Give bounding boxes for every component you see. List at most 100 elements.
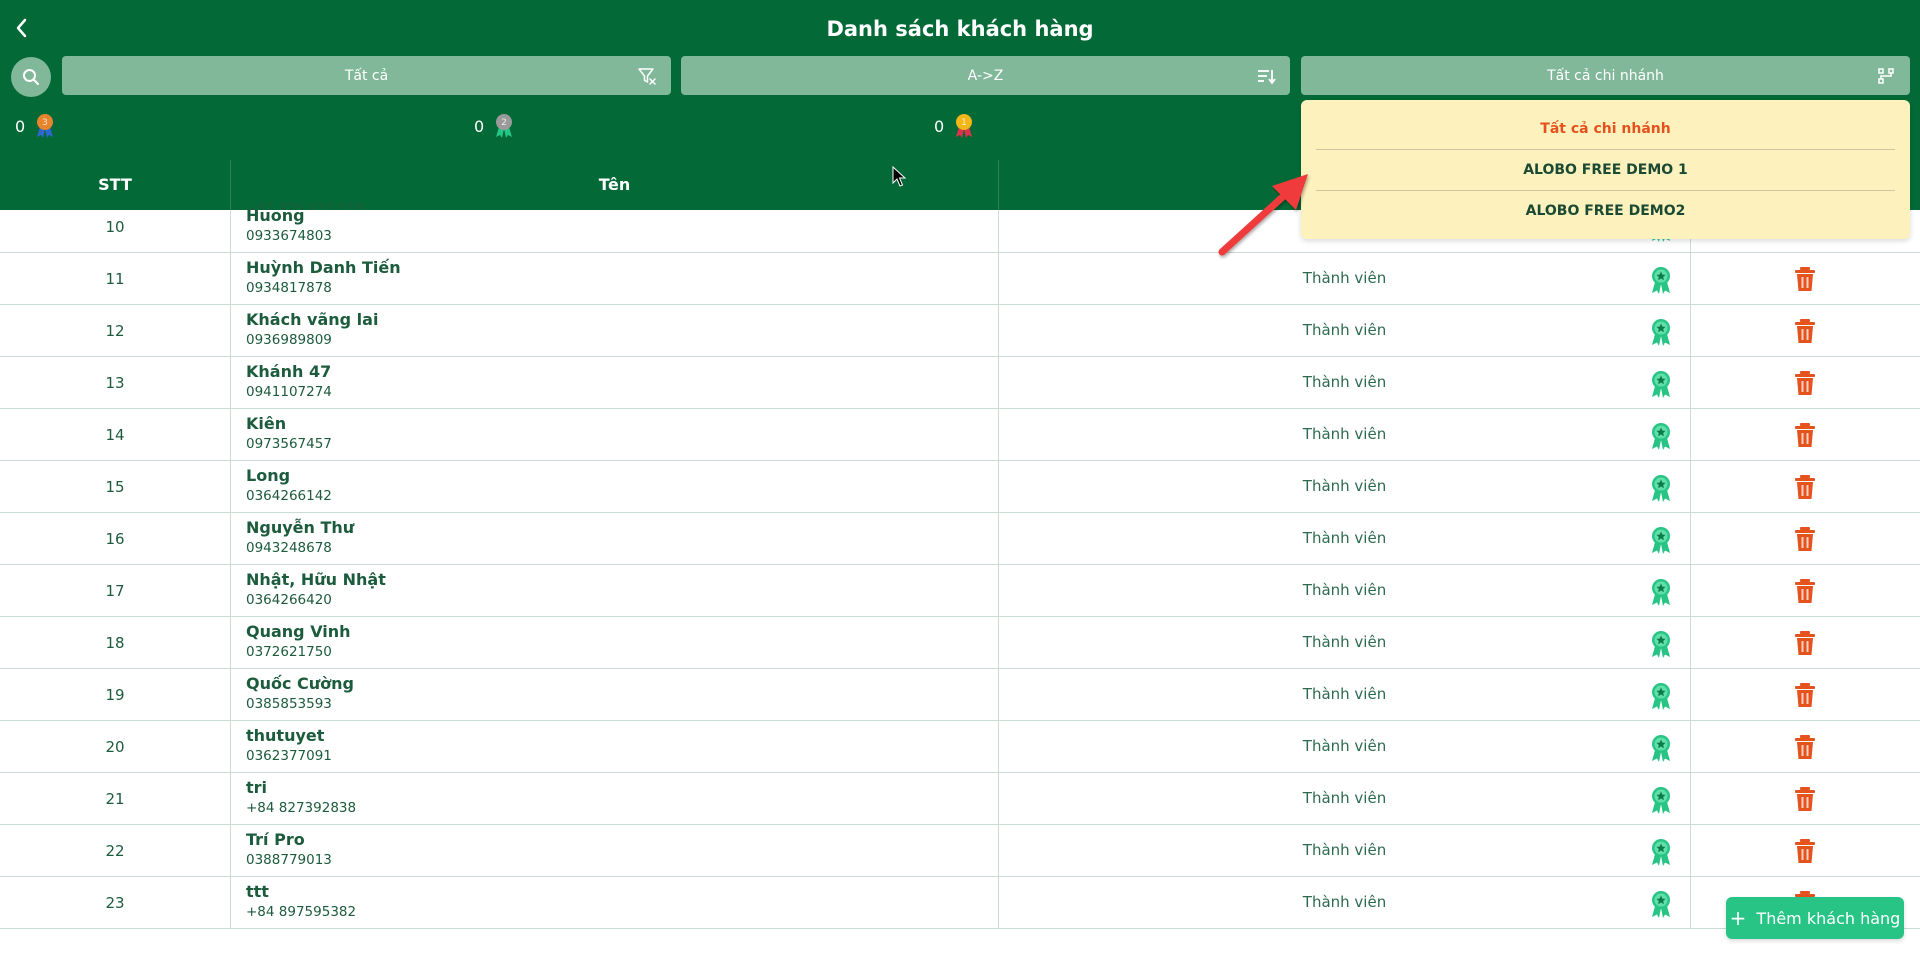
trash-icon[interactable] bbox=[1793, 318, 1817, 344]
table-row[interactable]: 19 Quốc Cường 0385853593 Thành viên bbox=[0, 669, 1920, 721]
branch-option-demo-2[interactable]: ALOBO FREE DEMO2 bbox=[1316, 191, 1895, 232]
table-row[interactable]: 23 ttt +84 897595382 Thành viên bbox=[0, 877, 1920, 929]
trash-icon[interactable] bbox=[1793, 578, 1817, 604]
branch-filter-button[interactable]: Tất cả chi nhánh bbox=[1301, 56, 1910, 95]
row-stt: 18 bbox=[0, 617, 231, 669]
member-medal-icon[interactable] bbox=[1649, 890, 1673, 918]
rank-gold-number: 1 bbox=[961, 118, 967, 128]
customer-name: Huỳnh Danh Tiến bbox=[246, 258, 401, 277]
table-row[interactable]: 15 Long 0364266142 Thành viên bbox=[0, 461, 1920, 513]
rank-silver-count: 0 bbox=[474, 116, 485, 136]
divider bbox=[1690, 461, 1691, 513]
customer-type: Thành viên bbox=[1302, 737, 1387, 755]
row-stt: 22 bbox=[0, 825, 231, 877]
group-filter-label: Tất cả bbox=[344, 67, 389, 84]
customer-type: Thành viên bbox=[1302, 685, 1387, 703]
table-row[interactable]: 17 Nhật, Hữu Nhật 0364266420 Thành viên bbox=[0, 565, 1920, 617]
branch-option-all[interactable]: Tất cả chi nhánh bbox=[1316, 109, 1895, 150]
add-customer-label: Thêm khách hàng bbox=[1756, 908, 1901, 928]
sort-icon bbox=[1256, 66, 1276, 86]
row-name-cell: Long 0364266142 bbox=[231, 461, 999, 513]
row-name-cell: Khách vãng lai 0936989809 bbox=[231, 305, 999, 357]
row-stt: 16 bbox=[0, 513, 231, 565]
customer-name: Huong bbox=[246, 210, 305, 225]
customer-name: Khánh 47 bbox=[246, 362, 332, 381]
member-medal-icon[interactable] bbox=[1649, 474, 1673, 502]
trash-icon[interactable] bbox=[1793, 838, 1817, 864]
table-row[interactable]: 22 Trí Pro 0388779013 Thành viên bbox=[0, 825, 1920, 877]
member-medal-icon[interactable] bbox=[1649, 630, 1673, 658]
member-medal-icon[interactable] bbox=[1649, 838, 1673, 866]
table-row[interactable]: 12 Khách vãng lai 0936989809 Thành viên bbox=[0, 305, 1920, 357]
branch-option-demo-1[interactable]: ALOBO FREE DEMO 1 bbox=[1316, 150, 1895, 191]
add-customer-button[interactable]: + Thêm khách hàng bbox=[1726, 897, 1904, 939]
divider bbox=[1690, 409, 1691, 461]
table-row[interactable]: 14 Kiên 0973567457 Thành viên bbox=[0, 409, 1920, 461]
rank-bronze: 0 3 bbox=[15, 113, 55, 139]
row-stt: 11 bbox=[0, 253, 231, 305]
table-row[interactable]: 11 Huỳnh Danh Tiến 0934817878 Thành viên bbox=[0, 253, 1920, 305]
table-row[interactable]: 16 Nguyễn Thư 0943248678 Thành viên bbox=[0, 513, 1920, 565]
row-stt: 14 bbox=[0, 409, 231, 461]
sort-button[interactable]: A->Z bbox=[681, 56, 1290, 95]
trash-icon[interactable] bbox=[1793, 474, 1817, 500]
member-medal-icon[interactable] bbox=[1649, 578, 1673, 606]
column-header-stt[interactable]: STT bbox=[0, 160, 231, 210]
divider bbox=[1690, 721, 1691, 773]
rank-silver: 0 2 bbox=[474, 113, 514, 139]
trash-icon[interactable] bbox=[1793, 682, 1817, 708]
row-name-cell: Nguyễn Thư 0943248678 bbox=[231, 513, 999, 565]
member-medal-icon[interactable] bbox=[1649, 318, 1673, 346]
sort-label: A->Z bbox=[967, 67, 1004, 84]
divider bbox=[1690, 253, 1691, 305]
trash-icon[interactable] bbox=[1793, 630, 1817, 656]
rank-gold-count: 0 bbox=[934, 116, 945, 136]
rank-silver-number: 2 bbox=[501, 118, 507, 128]
member-medal-icon[interactable] bbox=[1649, 370, 1673, 398]
customer-phone: 0936989809 bbox=[246, 332, 332, 348]
customer-type: Thành viên bbox=[1302, 477, 1387, 495]
bronze-medal-icon: 3 bbox=[37, 114, 54, 138]
group-filter-button[interactable]: Tất cả bbox=[62, 56, 671, 95]
page-title: Danh sách khách hàng bbox=[826, 17, 1094, 41]
row-name-cell: thutuyet 0362377091 bbox=[231, 721, 999, 773]
customer-phone: 0364266142 bbox=[246, 488, 332, 504]
rank-bronze-count: 0 bbox=[15, 116, 26, 136]
customer-phone: 0934817878 bbox=[246, 280, 332, 296]
trash-icon[interactable] bbox=[1793, 370, 1817, 396]
customer-phone: 0364266420 bbox=[246, 592, 332, 608]
table-row[interactable]: 13 Khánh 47 0941107274 Thành viên bbox=[0, 357, 1920, 409]
member-medal-icon[interactable] bbox=[1649, 682, 1673, 710]
customer-table: 10Huong0933674803Thành viên11Huỳnh Danh … bbox=[0, 210, 1920, 953]
row-name-cell: Huỳnh Danh Tiến 0934817878 bbox=[231, 253, 999, 305]
row-name-cell: Nhật, Hữu Nhật 0364266420 bbox=[231, 565, 999, 617]
silver-medal-icon: 2 bbox=[496, 114, 513, 138]
customer-phone: 0933674803 bbox=[246, 228, 332, 244]
member-medal-icon[interactable] bbox=[1649, 526, 1673, 554]
rank-bronze-number: 3 bbox=[42, 118, 48, 128]
trash-icon[interactable] bbox=[1793, 786, 1817, 812]
trash-icon[interactable] bbox=[1793, 422, 1817, 448]
member-medal-icon[interactable] bbox=[1649, 786, 1673, 814]
customer-phone: 0973567457 bbox=[246, 436, 332, 452]
member-medal-icon[interactable] bbox=[1649, 734, 1673, 762]
search-button[interactable] bbox=[11, 57, 51, 97]
table-row[interactable]: 20 thutuyet 0362377091 Thành viên bbox=[0, 721, 1920, 773]
customer-type: Thành viên bbox=[1302, 321, 1387, 339]
row-name-cell: Quốc Cường 0385853593 bbox=[231, 669, 999, 721]
back-button[interactable] bbox=[10, 14, 32, 42]
customer-phone: 0388779013 bbox=[246, 852, 332, 868]
table-row[interactable]: 18 Quang Vinh 0372621750 Thành viên bbox=[0, 617, 1920, 669]
trash-icon[interactable] bbox=[1793, 734, 1817, 760]
customer-phone: 0943248678 bbox=[246, 540, 332, 556]
member-medal-icon[interactable] bbox=[1649, 266, 1673, 294]
customer-name: Khách vãng lai bbox=[246, 310, 379, 329]
member-medal-icon[interactable] bbox=[1649, 422, 1673, 450]
row-stt: 20 bbox=[0, 721, 231, 773]
row-stt: 23 bbox=[0, 877, 231, 929]
trash-icon[interactable] bbox=[1793, 526, 1817, 552]
customer-phone: 0941107274 bbox=[246, 384, 332, 400]
trash-icon[interactable] bbox=[1793, 266, 1817, 292]
table-row[interactable]: 21 tri +84 827392838 Thành viên bbox=[0, 773, 1920, 825]
customer-phone: 0372621750 bbox=[246, 644, 332, 660]
